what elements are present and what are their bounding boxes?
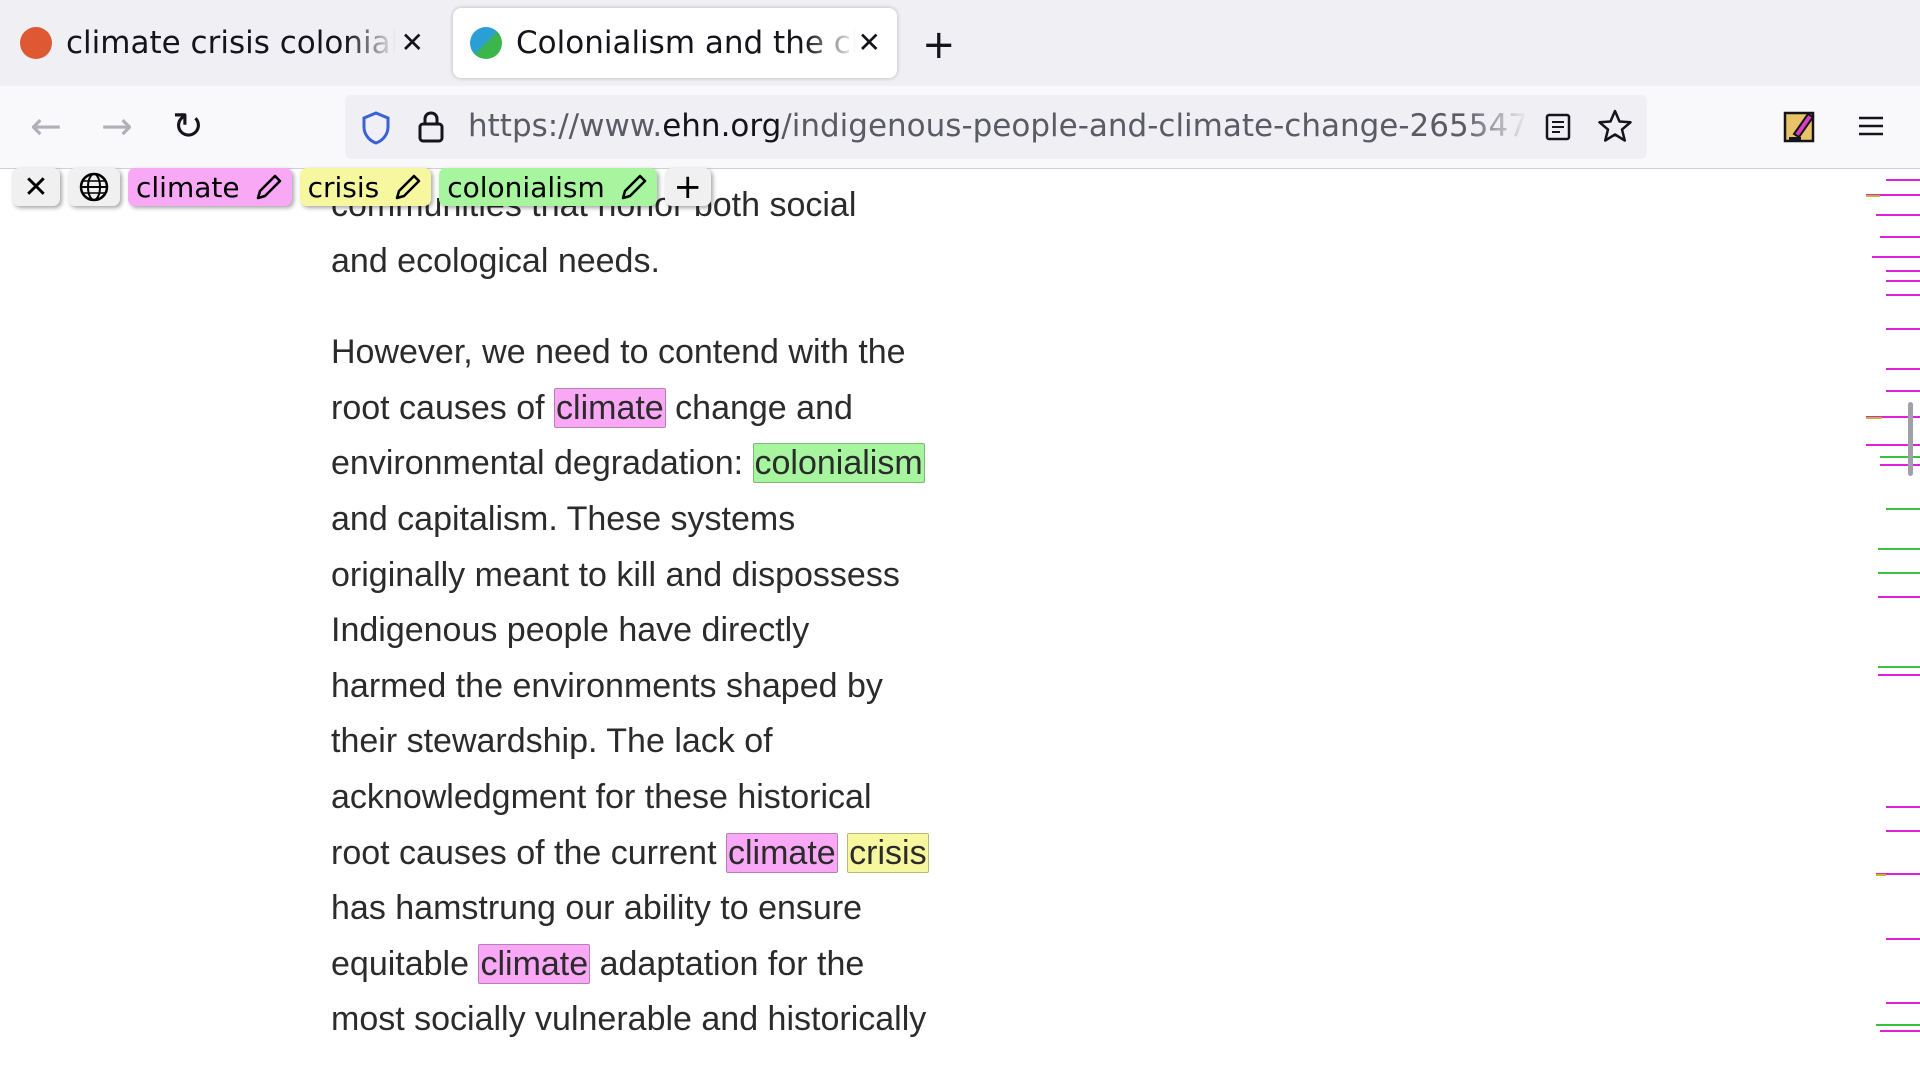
back-arrow-icon[interactable]: ←: [30, 104, 62, 148]
url-text[interactable]: https://www.ehn.org/indigenous-people-an…: [468, 108, 1528, 144]
close-tab-icon[interactable]: ✕: [858, 26, 881, 59]
reader-view-icon[interactable]: [1545, 113, 1571, 141]
minimap-marker: [1872, 256, 1920, 258]
minimap-marker: [1886, 280, 1920, 282]
tab-search[interactable]: climate crisis colonialism ✕: [0, 8, 440, 78]
new-tab-icon[interactable]: +: [922, 22, 956, 68]
minimap-marker: [1880, 236, 1920, 238]
highlight-crisis: crisis: [847, 832, 929, 873]
highlight-minimap[interactable]: [1860, 168, 1920, 1079]
forward-arrow-icon[interactable]: →: [101, 104, 133, 148]
tab-strip: climate crisis colonialism ✕ Colonialism…: [0, 0, 1920, 86]
highlight-climate: climate: [725, 832, 838, 873]
term-button-colonialism[interactable]: colonialism: [439, 168, 657, 206]
minimap-marker: [1880, 464, 1920, 466]
minimap-marker: [1876, 214, 1920, 216]
highlighter-toolbar: ✕ climate crisis colonialism +: [12, 167, 711, 208]
minimap-marker: [1886, 938, 1920, 940]
close-tab-icon[interactable]: ✕: [401, 26, 424, 59]
minimap-marker: [1866, 195, 1880, 197]
minimap-marker: [1878, 674, 1920, 676]
minimap-marker: [1886, 806, 1920, 808]
menu-icon[interactable]: [1857, 114, 1885, 138]
tracking-protection-shield-icon[interactable]: [361, 111, 391, 145]
minimap-marker: [1876, 874, 1886, 876]
term-button-crisis[interactable]: crisis: [299, 168, 432, 206]
minimap-marker: [1886, 294, 1920, 296]
pencil-icon[interactable]: [619, 172, 649, 202]
paragraph: However, we need to contend with the roo…: [331, 333, 929, 1039]
globe-icon[interactable]: [68, 168, 120, 206]
pencil-icon[interactable]: [254, 172, 284, 202]
reload-icon[interactable]: ↻: [172, 104, 204, 148]
tab-article[interactable]: Colonialism and the climate crisis ✕: [453, 8, 897, 78]
add-term-icon[interactable]: +: [664, 167, 711, 207]
pencil-icon[interactable]: [393, 172, 423, 202]
minimap-marker: [1878, 666, 1920, 668]
tab-title: Colonialism and the climate crisis: [516, 25, 856, 61]
minimap-marker: [1886, 508, 1920, 510]
highlight-climate: climate: [478, 943, 591, 984]
minimap-marker: [1878, 548, 1920, 550]
minimap-marker: [1876, 1024, 1920, 1026]
duckduckgo-icon: [20, 27, 52, 59]
bookmark-star-icon[interactable]: [1597, 109, 1633, 143]
highlight-climate: climate: [554, 387, 666, 428]
minimap-marker: [1886, 179, 1920, 181]
highlighter-extension-icon[interactable]: [1782, 108, 1818, 146]
site-favicon-icon: [470, 27, 502, 59]
minimap-marker: [1878, 596, 1920, 598]
minimap-marker: [1886, 328, 1920, 330]
minimap-marker: [1886, 270, 1920, 272]
scrollbar-thumb[interactable]: [1908, 402, 1913, 476]
lock-icon[interactable]: [417, 110, 445, 144]
tab-title: climate crisis colonialism: [66, 25, 396, 61]
url-bar[interactable]: https://www.ehn.org/indigenous-people-an…: [345, 95, 1647, 159]
minimap-marker: [1886, 830, 1920, 832]
minimap-marker: [1866, 417, 1882, 419]
minimap-marker: [1886, 368, 1920, 370]
minimap-marker: [1878, 572, 1920, 574]
close-icon[interactable]: ✕: [12, 168, 60, 206]
minimap-marker: [1886, 390, 1920, 392]
navigation-toolbar: ← → ↻ https://www.ehn.org/indigenous-peo…: [0, 86, 1920, 169]
term-button-climate[interactable]: climate: [128, 168, 292, 206]
minimap-marker: [1886, 1002, 1920, 1004]
highlight-colonialism: colonialism: [752, 443, 925, 484]
minimap-marker: [1880, 456, 1920, 458]
article-body: communities that honor both socialand ec…: [331, 178, 931, 1084]
minimap-marker: [1880, 1030, 1920, 1032]
